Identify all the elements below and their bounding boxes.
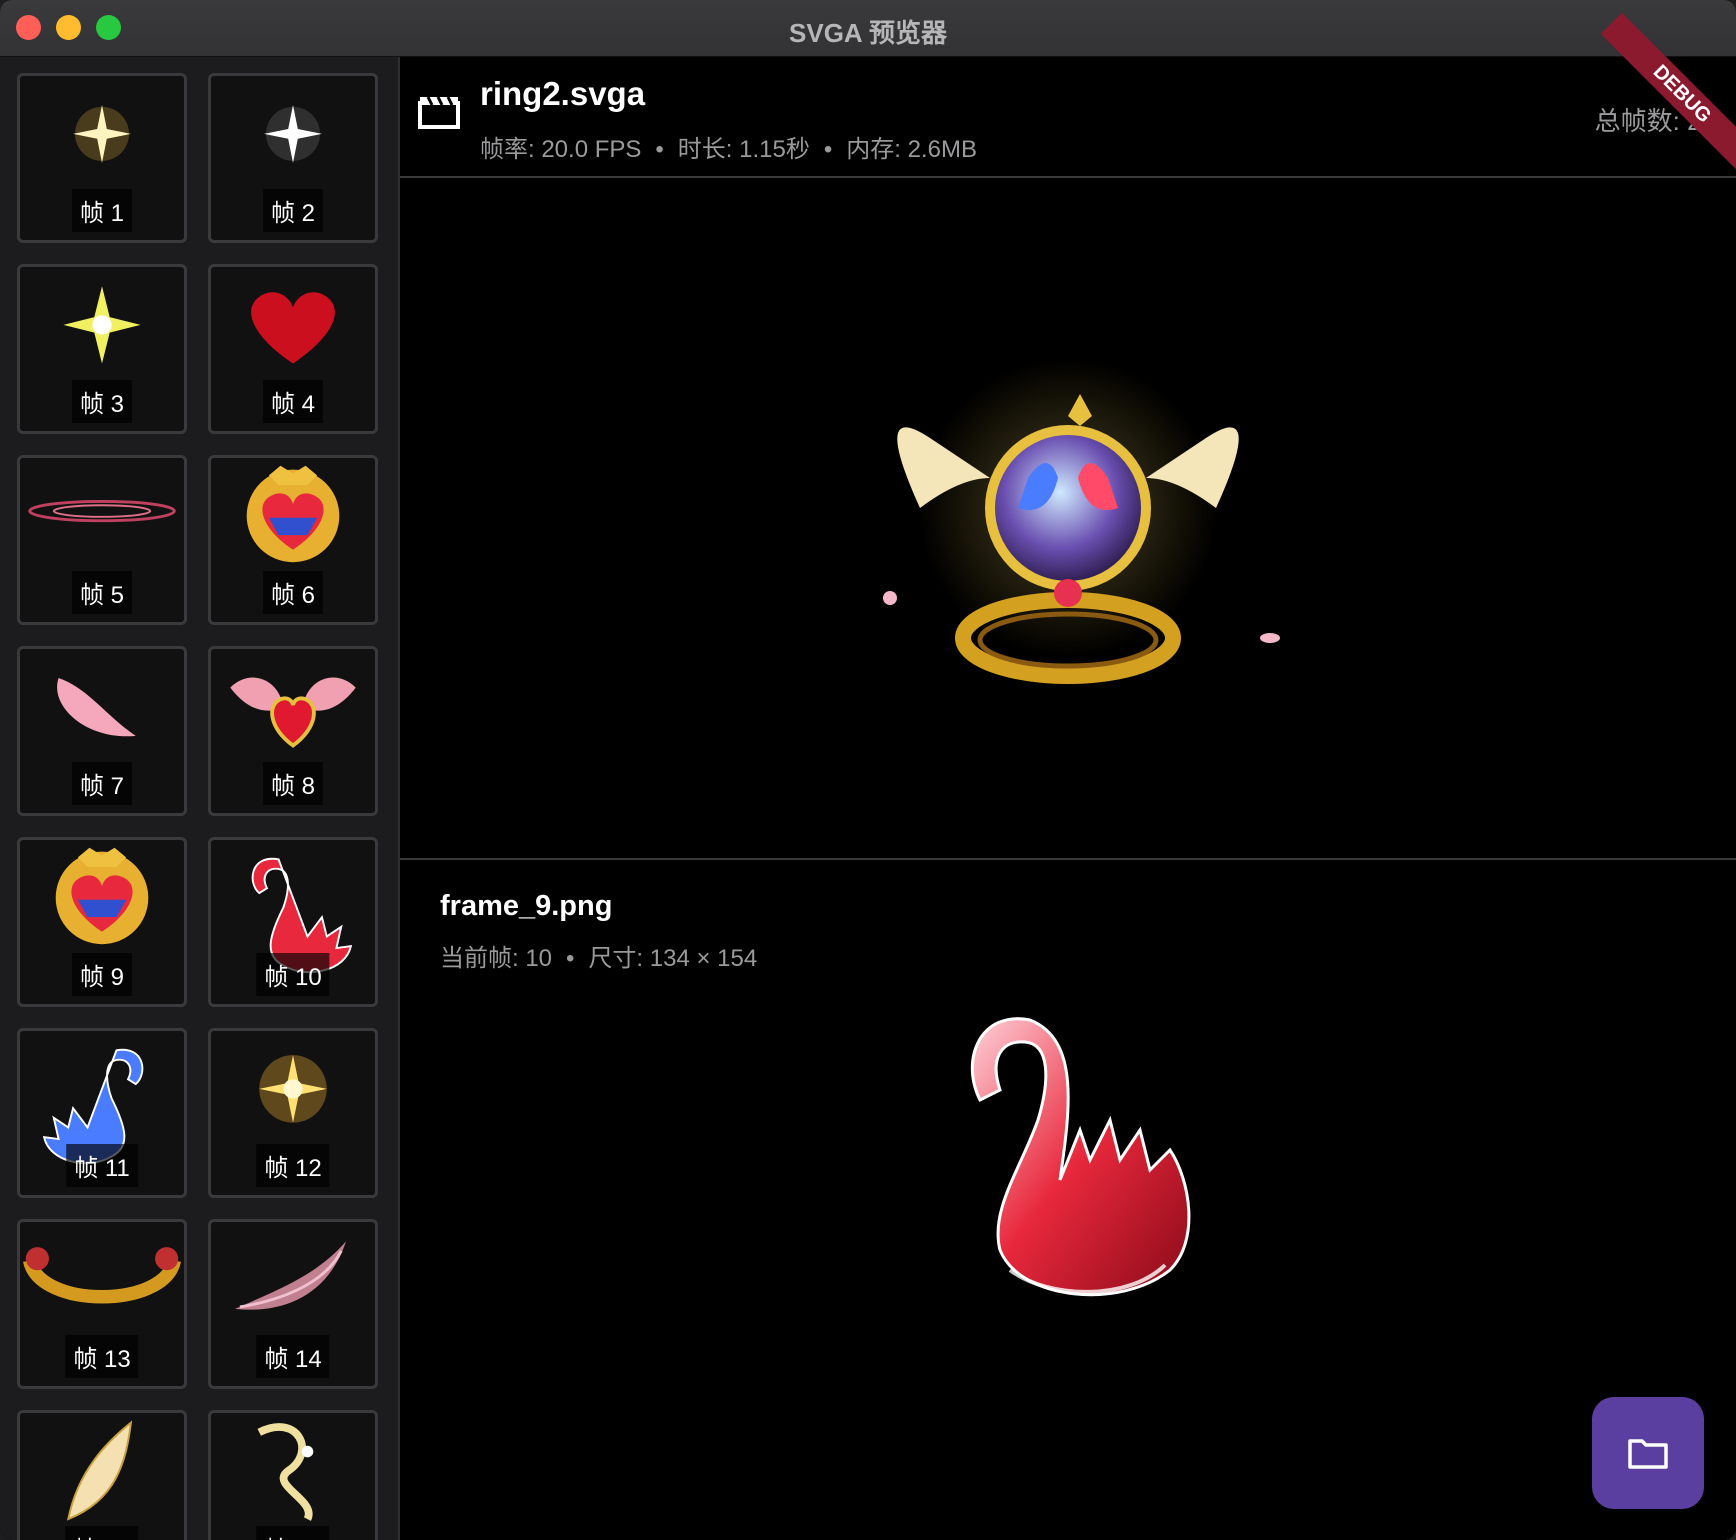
frame-thumbnail-label: 帧 10: [256, 953, 330, 996]
memory-label: 内存: 2.6MB: [846, 136, 977, 163]
frame-thumbnail[interactable]: 帧 2: [208, 73, 378, 243]
open-file-button[interactable]: [1592, 1397, 1704, 1509]
title-bar: SVGA 预览器: [0, 0, 1736, 57]
separator: •: [823, 136, 833, 163]
ribbon-icon: [257, 1423, 314, 1521]
file-name: ring2.svga: [480, 75, 646, 112]
frame-thumbnail-label: 帧 16: [256, 1526, 330, 1540]
frame-thumbnail-label: 帧 11: [66, 1144, 138, 1187]
frame-thumbnail-label: 帧 8: [262, 762, 324, 805]
frame-thumbnail[interactable]: 帧 3: [17, 264, 187, 434]
folder-icon: [1628, 1439, 1668, 1469]
frame-list-sidebar[interactable]: 帧 1 帧 2 帧 3 帧 4 帧 5 帧 6 帧 7 帧 8 帧 9 帧 10 帧 11 帧 12 帧…: [0, 57, 400, 1540]
duration-label: 时长: 1.15秒: [677, 136, 810, 163]
fps-label: 帧率: 20.0 FPS: [480, 136, 642, 163]
frame-thumbnail-label: 帧 4: [262, 380, 324, 423]
frame-thumbnail[interactable]: 帧 16: [208, 1410, 378, 1540]
main-panel: ring2.svga 帧率: 20.0 FPS • 时长: 1.15秒 • 内存: 2.…: [400, 12, 1736, 1540]
current-frame-label: 当前帧: 10: [440, 945, 553, 972]
frame-thumbnail[interactable]: 帧 6: [208, 455, 378, 625]
frame-thumbnail[interactable]: 帧 1: [17, 73, 187, 243]
clapperboard-icon: [418, 96, 460, 129]
frame-thumbnail[interactable]: 帧 11: [17, 1028, 187, 1198]
file-header: ring2.svga 帧率: 20.0 FPS • 时长: 1.15秒 • 内存: 2.…: [400, 12, 1736, 178]
frame-thumbnail[interactable]: 帧 4: [208, 264, 378, 434]
gold-wing-icon: [66, 1420, 133, 1521]
app-window: SVGA 预览器 帧 1 帧 2 帧 3 帧 4 帧 5 帧 6 帧 7 帧 8 帧 9 帧 10…: [0, 0, 1736, 1540]
frame-thumbnail[interactable]: 帧 9: [17, 837, 187, 1007]
frame-meta: 当前帧: 10 • 尺寸: 134 × 154: [440, 938, 757, 973]
separator: •: [655, 136, 664, 163]
frame-thumbnail-label: 帧 3: [71, 380, 133, 423]
red-swan-image: [970, 1017, 1191, 1297]
frame-thumbnail[interactable]: 帧 8: [208, 646, 378, 816]
ring-animation-image: [883, 358, 1280, 684]
frame-thumbnail-label: 帧 14: [256, 1335, 330, 1378]
frame-thumbnail[interactable]: 帧 14: [208, 1219, 378, 1389]
frame-thumbnail[interactable]: 帧 5: [17, 455, 187, 625]
frame-detail-panel: frame_9.png 当前帧: 10 • 尺寸: 134 × 154: [400, 860, 1736, 1540]
frame-thumbnail-label: 帧 7: [71, 762, 133, 805]
frame-thumbnail-label: 帧 6: [262, 571, 324, 614]
frame-thumbnail-label: 帧 5: [71, 571, 133, 614]
frame-thumbnail[interactable]: 帧 13: [17, 1219, 187, 1389]
frame-thumbnail[interactable]: 帧 12: [208, 1028, 378, 1198]
window-title: SVGA 预览器: [789, 18, 947, 48]
frame-thumbnail-label: 帧 13: [65, 1335, 139, 1378]
frame-thumbnail[interactable]: 帧 10: [208, 837, 378, 1007]
frame-thumbnail-label: 帧 12: [256, 1144, 330, 1187]
frame-thumbnail-label: 帧 9: [71, 953, 133, 996]
file-meta: 帧率: 20.0 FPS • 时长: 1.15秒 • 内存: 2.6MB: [480, 129, 977, 164]
frame-file-name: frame_9.png: [440, 890, 613, 922]
separator: •: [566, 945, 575, 972]
frame-thumbnail-label: 帧 1: [71, 189, 133, 232]
frame-thumbnail[interactable]: 帧 7: [17, 646, 187, 816]
frame-thumbnail-label: 帧 2: [262, 189, 324, 232]
size-label: 尺寸: 134 × 154: [588, 945, 758, 972]
animation-preview: [400, 178, 1736, 860]
frame-thumbnail-label: 帧 15: [65, 1526, 139, 1540]
frame-thumbnail[interactable]: 帧 15: [17, 1410, 187, 1540]
